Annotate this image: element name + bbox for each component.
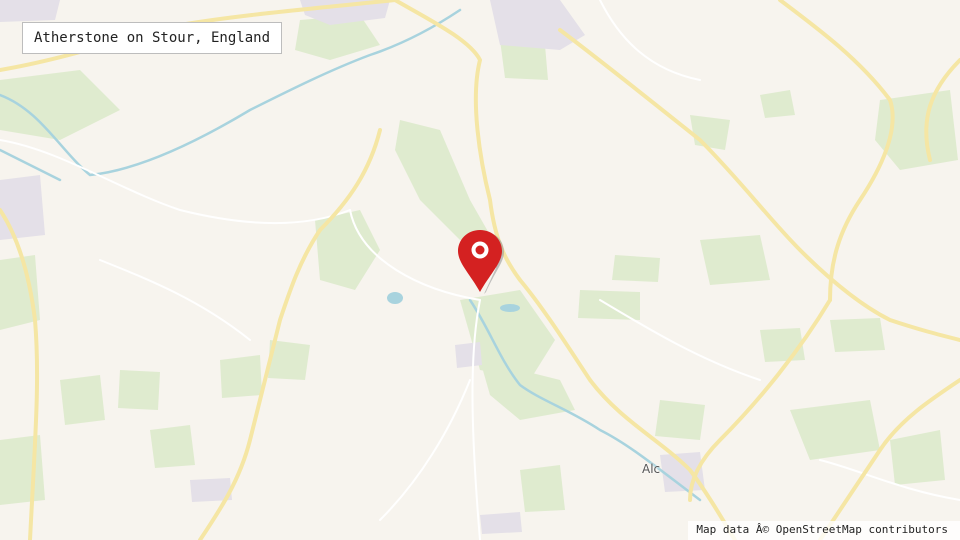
map-attribution: Map data Â© OpenStreetMap contributors bbox=[688, 521, 960, 540]
pin-dot bbox=[475, 245, 485, 255]
map-pin-icon[interactable] bbox=[456, 228, 508, 296]
pin-body bbox=[458, 230, 502, 292]
location-label-box: Atherstone on Stour, England bbox=[22, 22, 283, 54]
town-label: Alc bbox=[642, 462, 661, 476]
location-label: Atherstone on Stour, England bbox=[34, 30, 271, 46]
map-view[interactable]: Atherstone on Stour, England Alc Map dat… bbox=[0, 0, 960, 540]
